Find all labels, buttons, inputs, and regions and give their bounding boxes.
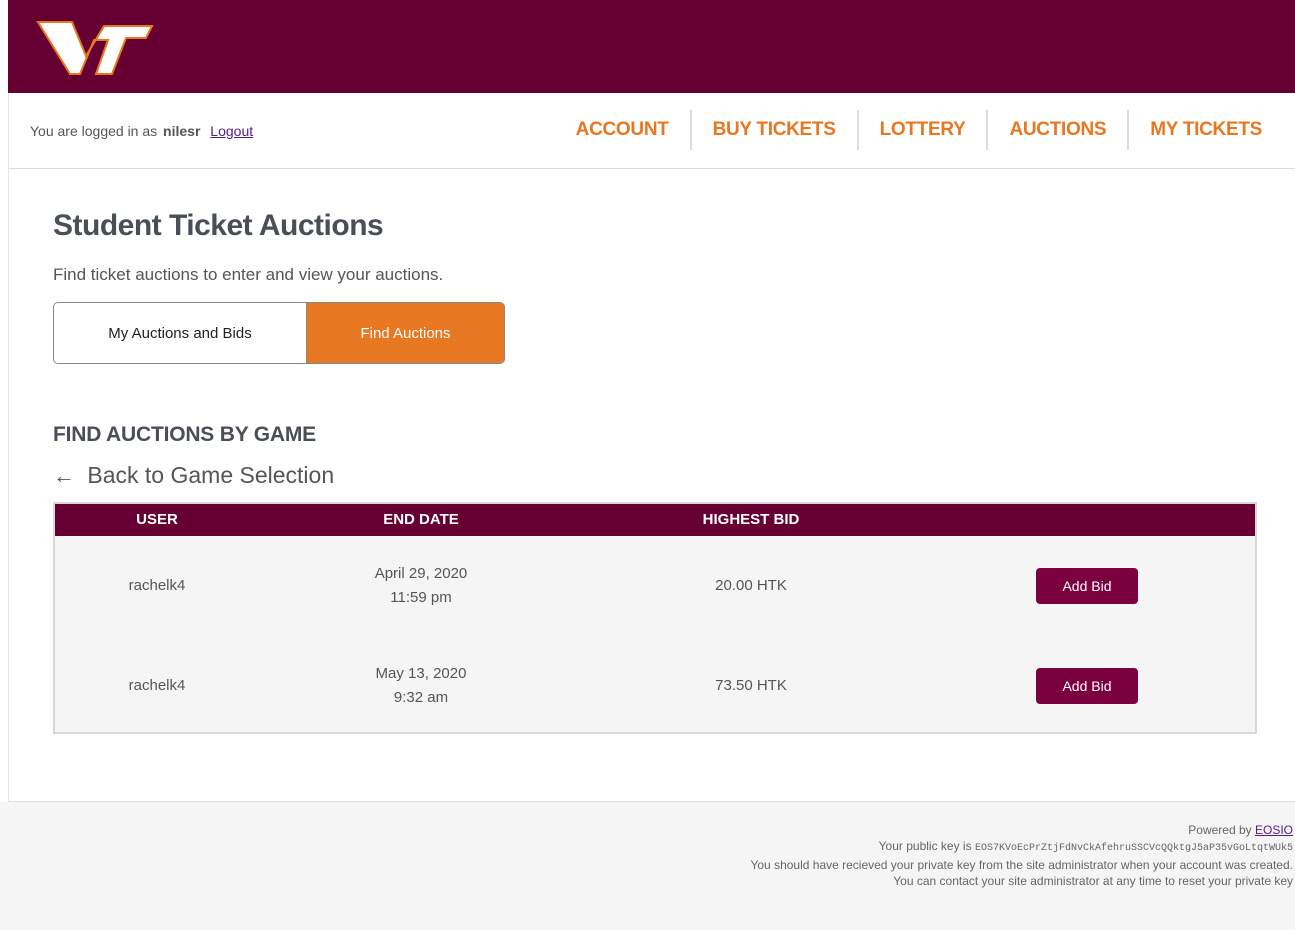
logged-in-prefix: You are logged in as bbox=[30, 123, 158, 139]
table-row: rachelk4 April 29, 2020 11:59 pm 20.00 H… bbox=[55, 536, 1255, 636]
column-header-user: USER bbox=[136, 511, 178, 528]
cell-highest-bid: 20.00 HTK bbox=[649, 536, 853, 636]
cell-action: Add Bid bbox=[987, 636, 1187, 736]
cell-user: rachelk4 bbox=[55, 536, 259, 636]
add-bid-button[interactable]: Add Bid bbox=[1036, 668, 1138, 704]
powered-by-label: Powered by bbox=[1188, 823, 1252, 837]
column-header-end-date: END DATE bbox=[383, 511, 459, 528]
nav-lottery[interactable]: LOTTERY bbox=[859, 110, 989, 150]
vt-logo[interactable] bbox=[34, 16, 154, 78]
cell-user: rachelk4 bbox=[55, 636, 259, 736]
nav-auctions[interactable]: AUCTIONS bbox=[988, 110, 1130, 150]
highest-bid-value: 20.00 HTK bbox=[715, 577, 787, 594]
auctions-table: USER END DATE HIGHEST BID rachelk4 April… bbox=[53, 502, 1257, 734]
add-bid-button[interactable]: Add Bid bbox=[1036, 568, 1138, 604]
nav-buy-tickets[interactable]: BUY TICKETS bbox=[692, 110, 859, 150]
user-value: rachelk4 bbox=[128, 577, 186, 594]
footer: Powered by EOSIO Your public key is EOS7… bbox=[0, 802, 1295, 930]
end-time-value: 9:32 am bbox=[393, 689, 449, 706]
page-title: Student Ticket Auctions bbox=[53, 209, 384, 242]
powered-by-line: Powered by EOSIO bbox=[750, 822, 1293, 838]
login-status: You are logged in as nilesr Logout bbox=[30, 123, 253, 139]
main-content: Student Ticket Auctions Find ticket auct… bbox=[8, 169, 1295, 802]
my-auctions-button[interactable]: My Auctions and Bids bbox=[54, 303, 307, 363]
nav-account[interactable]: ACCOUNT bbox=[555, 110, 692, 150]
public-key-line: Your public key is EOS7KVoEcPrZtjFdNvCkA… bbox=[750, 838, 1293, 857]
navigation-bar: You are logged in as nilesr Logout ACCOU… bbox=[8, 93, 1295, 169]
back-link-label: Back to Game Selection bbox=[87, 462, 335, 488]
find-auctions-button[interactable]: Find Auctions bbox=[307, 303, 504, 363]
back-to-game-selection-link[interactable]: ← Back to Game Selection bbox=[53, 462, 334, 489]
username: nilesr bbox=[163, 123, 201, 139]
cell-end-date: April 29, 2020 11:59 pm bbox=[319, 536, 523, 636]
table-header: USER END DATE HIGHEST BID bbox=[55, 504, 1255, 536]
main-nav: ACCOUNT BUY TICKETS LOTTERY AUCTIONS MY … bbox=[555, 110, 1295, 150]
public-key-prefix: Your public key is bbox=[878, 839, 972, 853]
end-time-value: 11:59 pm bbox=[390, 589, 452, 606]
logout-link[interactable]: Logout bbox=[210, 123, 253, 139]
end-date-value: May 13, 2020 bbox=[375, 665, 467, 682]
auction-view-toggle: My Auctions and Bids Find Auctions bbox=[53, 302, 505, 364]
cell-action: Add Bid bbox=[987, 536, 1187, 636]
top-banner bbox=[8, 0, 1295, 93]
section-heading: FIND AUCTIONS BY GAME bbox=[53, 423, 316, 446]
end-date-value: April 29, 2020 bbox=[374, 565, 468, 582]
user-value: rachelk4 bbox=[128, 677, 186, 694]
highest-bid-value: 73.50 HTK bbox=[715, 677, 787, 694]
nav-my-tickets[interactable]: MY TICKETS bbox=[1129, 110, 1295, 150]
table-row: rachelk4 May 13, 2020 9:32 am 73.50 HTK … bbox=[55, 636, 1255, 736]
cell-highest-bid: 73.50 HTK bbox=[649, 636, 853, 736]
public-key-value: EOS7KVoEcPrZtjFdNvCkAfehruSSCVcQQktgJ5aP… bbox=[974, 843, 1293, 854]
left-arrow-icon: ← bbox=[53, 463, 75, 488]
contact-note: You can contact your site administrator … bbox=[893, 874, 1293, 888]
cell-end-date: May 13, 2020 9:32 am bbox=[319, 636, 523, 736]
footer-text: Powered by EOSIO Your public key is EOS7… bbox=[750, 822, 1293, 889]
column-header-highest-bid: HIGHEST BID bbox=[702, 511, 800, 528]
page-subtitle: Find ticket auctions to enter and view y… bbox=[53, 265, 444, 284]
private-key-note: You should have recieved your private ke… bbox=[750, 858, 1293, 872]
eosio-link[interactable]: EOSIO bbox=[1255, 823, 1293, 837]
